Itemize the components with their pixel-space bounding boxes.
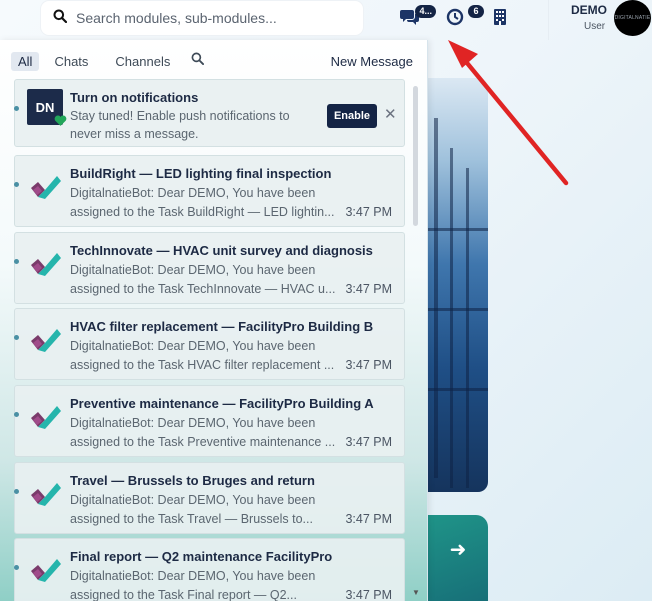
- heart-badge-icon: [54, 114, 67, 127]
- new-message-link[interactable]: New Message: [331, 54, 413, 69]
- annotation-arrow: [448, 40, 569, 186]
- list-item[interactable]: Preventive maintenance — FacilityPro Bui…: [14, 385, 405, 457]
- item-line-2: assigned to the Task TechInnovate — HVAC…: [70, 282, 336, 296]
- push-notification-prompt: DN Turn on notifications Stay tuned! Ena…: [14, 79, 405, 147]
- item-title: BuildRight — LED lighting final inspecti…: [70, 166, 332, 181]
- notifications-panel: All Chats Channels New Message DN Turn o…: [0, 40, 428, 601]
- item-line-2: assigned to the Task Preventive maintena…: [70, 435, 336, 449]
- avatar-logo-text: DIGITALNATIE: [614, 15, 651, 21]
- item-time: 3:47 PM: [345, 512, 392, 526]
- check-logo-icon: [27, 170, 61, 204]
- panel-search-button[interactable]: [191, 52, 205, 70]
- list-item[interactable]: TechInnovate — HVAC unit survey and diag…: [14, 232, 405, 304]
- item-line-2: assigned to the Task Travel — Brussels t…: [70, 512, 313, 526]
- item-line-2: assigned to the Task BuildRight — LED li…: [70, 205, 335, 219]
- list-item[interactable]: HVAC filter replacement — FacilityPro Bu…: [14, 308, 405, 380]
- item-title: Preventive maintenance — FacilityPro Bui…: [70, 396, 374, 411]
- item-line-2: assigned to the Task HVAC filter replace…: [70, 358, 335, 372]
- item-line-1: DigitalnatieBot: Dear DEMO, You have bee…: [70, 263, 316, 277]
- search-box[interactable]: [41, 1, 363, 35]
- item-line-1: DigitalnatieBot: Dear DEMO, You have bee…: [70, 569, 316, 583]
- check-logo-icon: [27, 323, 61, 357]
- avatar[interactable]: DIGITALNATIE: [614, 0, 651, 36]
- push-line-1: Stay tuned! Enable push notifications to: [70, 109, 290, 123]
- unread-dot: [14, 335, 19, 340]
- check-logo-icon: [27, 553, 61, 587]
- item-line-1: DigitalnatieBot: Dear DEMO, You have bee…: [70, 339, 316, 353]
- tab-channels[interactable]: Channels: [115, 54, 170, 69]
- item-time: 3:47 PM: [345, 282, 392, 296]
- search-icon: [191, 52, 205, 70]
- item-title: HVAC filter replacement — FacilityPro Bu…: [70, 319, 374, 334]
- activity-count-badge: 6: [468, 5, 484, 18]
- user-role: User: [584, 21, 606, 32]
- item-line-1: DigitalnatieBot: Dear DEMO, You have bee…: [70, 416, 316, 430]
- check-logo-icon: [27, 247, 61, 281]
- item-time: 3:47 PM: [345, 435, 392, 449]
- chat-count-badge: 4...: [415, 5, 436, 18]
- arrow-right-icon: ➜: [449, 539, 467, 561]
- chat-button[interactable]: 4...: [397, 5, 436, 30]
- search-input[interactable]: [76, 10, 346, 26]
- unread-dot: [14, 489, 19, 494]
- item-title: Travel — Brussels to Bruges and return: [70, 473, 315, 488]
- unread-dot: [14, 565, 19, 570]
- item-title: Final report — Q2 maintenance FacilityPr…: [70, 549, 333, 564]
- list-item[interactable]: BuildRight — LED lighting final inspecti…: [14, 155, 405, 227]
- enable-button[interactable]: Enable: [327, 104, 377, 128]
- user-name: DEMO: [571, 3, 607, 17]
- item-line-2: assigned to the Task Final report — Q2..…: [70, 588, 297, 601]
- push-line-2: never miss a message.: [70, 127, 199, 141]
- list-item[interactable]: Final report — Q2 maintenance FacilityPr…: [14, 538, 405, 601]
- check-logo-icon: [27, 400, 61, 434]
- unread-dot: [14, 106, 19, 111]
- item-time: 3:47 PM: [345, 588, 392, 601]
- close-icon[interactable]: ✕: [384, 105, 397, 123]
- tab-all[interactable]: All: [11, 51, 40, 71]
- list-item[interactable]: Travel — Brussels to Bruges and return D…: [14, 462, 405, 534]
- building-icon: [493, 8, 507, 30]
- check-logo-icon: [27, 477, 61, 511]
- unread-dot: [14, 182, 19, 187]
- unread-dot: [14, 412, 19, 417]
- item-line-1: DigitalnatieBot: Dear DEMO, You have bee…: [70, 493, 316, 507]
- tab-chats[interactable]: Chats: [54, 54, 88, 69]
- scroll-down-icon[interactable]: ▼: [412, 588, 420, 597]
- activity-button[interactable]: 6: [442, 5, 484, 30]
- search-icon: [53, 9, 68, 28]
- item-time: 3:47 PM: [345, 205, 392, 219]
- push-title: Turn on notifications: [70, 90, 199, 105]
- item-time: 3:47 PM: [345, 358, 392, 372]
- panel-scrollbar[interactable]: ▼: [410, 80, 420, 601]
- item-line-1: DigitalnatieBot: Dear DEMO, You have bee…: [70, 186, 316, 200]
- panel-tabs: All Chats Channels New Message: [11, 50, 413, 72]
- item-title: TechInnovate — HVAC unit survey and diag…: [70, 243, 373, 258]
- scroll-thumb[interactable]: [413, 86, 418, 226]
- unread-dot: [14, 259, 19, 264]
- cta-tile[interactable]: ➜: [428, 515, 488, 601]
- organization-button[interactable]: [487, 8, 513, 30]
